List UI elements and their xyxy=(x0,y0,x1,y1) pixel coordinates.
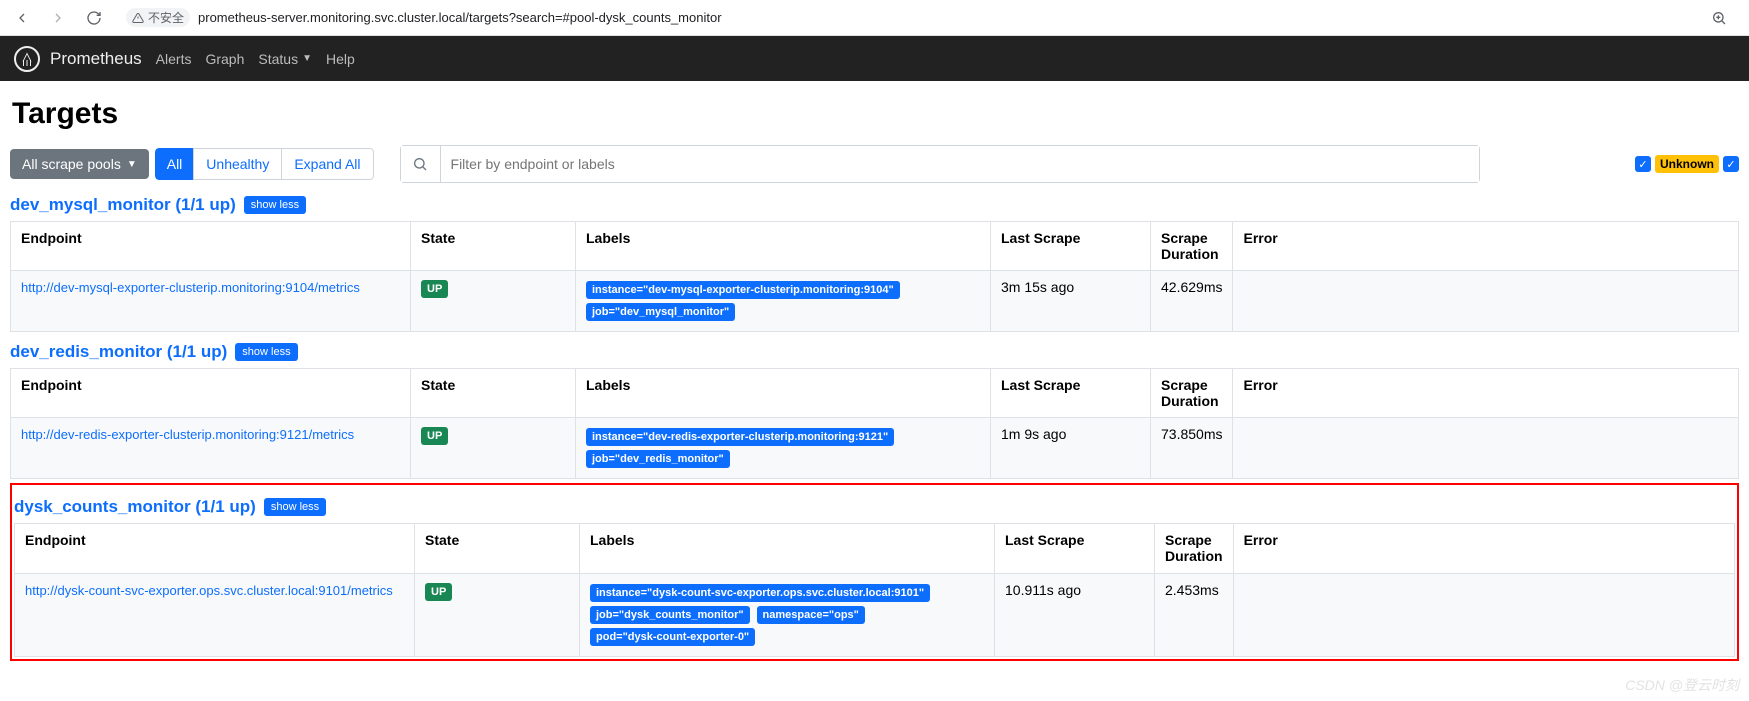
checkbox-checked[interactable]: ✓ xyxy=(1635,156,1651,172)
watermark: CSDN @登云时刻 xyxy=(1625,675,1739,695)
filter-input[interactable] xyxy=(441,146,1479,182)
brand-text: Prometheus xyxy=(50,49,142,69)
endpoint-link[interactable]: http://dev-mysql-exporter-clusterip.moni… xyxy=(21,280,360,295)
duration-value: 73.850ms xyxy=(1151,418,1233,479)
endpoint-link[interactable]: http://dev-redis-exporter-clusterip.moni… xyxy=(21,427,354,442)
label-pill: instance="dev-mysql-exporter-clusterip.m… xyxy=(586,281,900,299)
state-badge: UP xyxy=(425,583,452,601)
reload-button[interactable] xyxy=(80,4,108,32)
label-pill: pod="dysk-count-exporter-0" xyxy=(590,628,755,646)
last-scrape-value: 10.911s ago xyxy=(995,573,1155,656)
nav-status[interactable]: Status▼ xyxy=(258,51,312,67)
targets-table: Endpoint State Labels Last Scrape Scrape… xyxy=(10,368,1739,479)
label-pill: namespace="ops" xyxy=(757,606,865,624)
label-pill: job="dysk_counts_monitor" xyxy=(590,606,750,624)
search-icon xyxy=(401,146,441,182)
col-last-scrape: Last Scrape xyxy=(991,222,1151,271)
error-value xyxy=(1233,418,1739,479)
status-filter-badges: ✓ Unknown ✓ xyxy=(1635,155,1739,173)
browser-chrome: 不安全 prometheus-server.monitoring.svc.clu… xyxy=(0,0,1749,36)
filter-unhealthy[interactable]: Unhealthy xyxy=(193,148,282,180)
col-scrape-duration: ScrapeDuration xyxy=(1155,524,1234,573)
col-labels: Labels xyxy=(576,369,991,418)
last-scrape-value: 3m 15s ago xyxy=(991,271,1151,332)
page-title: Targets xyxy=(12,97,1737,131)
table-row: http://dev-mysql-exporter-clusterip.moni… xyxy=(11,271,1739,332)
label-pill: job="dev_mysql_monitor" xyxy=(586,303,735,321)
label-pill: instance="dysk-count-svc-exporter.ops.sv… xyxy=(590,584,930,602)
checkbox-checked[interactable]: ✓ xyxy=(1723,156,1739,172)
app-navbar: Prometheus Alerts Graph Status▼ Help xyxy=(0,36,1749,81)
nav-graph[interactable]: Graph xyxy=(205,51,244,67)
col-error: Error xyxy=(1233,524,1734,573)
targets-table: Endpoint State Labels Last Scrape Scrape… xyxy=(14,523,1735,656)
chevron-down-icon: ▼ xyxy=(302,53,312,64)
show-less-button[interactable]: show less xyxy=(235,343,297,361)
col-endpoint: Endpoint xyxy=(11,369,411,418)
state-badge: UP xyxy=(421,427,448,445)
endpoint-link[interactable]: http://dysk-count-svc-exporter.ops.svc.c… xyxy=(25,583,393,598)
filter-all[interactable]: All xyxy=(155,148,195,180)
col-scrape-duration: ScrapeDuration xyxy=(1151,369,1233,418)
table-row: http://dev-redis-exporter-clusterip.moni… xyxy=(11,418,1739,479)
toolbar: All scrape pools ▼ All Unhealthy Expand … xyxy=(10,145,1739,183)
zoom-icon[interactable] xyxy=(1705,4,1733,32)
nav-alerts[interactable]: Alerts xyxy=(156,51,192,67)
back-button[interactable] xyxy=(8,4,36,32)
chevron-down-icon: ▼ xyxy=(127,159,137,170)
insecure-icon: 不安全 xyxy=(126,8,190,27)
error-value xyxy=(1233,271,1739,332)
unknown-badge: Unknown xyxy=(1655,155,1719,173)
col-error: Error xyxy=(1233,369,1739,418)
error-value xyxy=(1233,573,1734,656)
pool-title-link[interactable]: dev_mysql_monitor (1/1 up) xyxy=(10,195,236,215)
col-last-scrape: Last Scrape xyxy=(991,369,1151,418)
show-less-button[interactable]: show less xyxy=(244,196,306,214)
col-scrape-duration: ScrapeDuration xyxy=(1151,222,1233,271)
security-label: 不安全 xyxy=(148,9,184,26)
col-error: Error xyxy=(1233,222,1739,271)
pool-title-link[interactable]: dev_redis_monitor (1/1 up) xyxy=(10,342,227,362)
duration-value: 42.629ms xyxy=(1151,271,1233,332)
label-pill: job="dev_redis_monitor" xyxy=(586,450,730,468)
expand-all-button[interactable]: Expand All xyxy=(281,148,373,180)
brand[interactable]: Prometheus xyxy=(14,46,142,72)
forward-button[interactable] xyxy=(44,4,72,32)
table-row: http://dysk-count-svc-exporter.ops.svc.c… xyxy=(15,573,1735,656)
url-text: prometheus-server.monitoring.svc.cluster… xyxy=(198,10,722,25)
prometheus-logo-icon xyxy=(14,46,40,72)
url-bar[interactable]: 不安全 prometheus-server.monitoring.svc.clu… xyxy=(116,4,1697,32)
duration-value: 2.453ms xyxy=(1155,573,1234,656)
col-labels: Labels xyxy=(576,222,991,271)
col-last-scrape: Last Scrape xyxy=(995,524,1155,573)
last-scrape-value: 1m 9s ago xyxy=(991,418,1151,479)
pool-title-link[interactable]: dysk_counts_monitor (1/1 up) xyxy=(14,497,256,517)
col-state: State xyxy=(415,524,580,573)
state-badge: UP xyxy=(421,280,448,298)
show-less-button[interactable]: show less xyxy=(264,498,326,516)
targets-table: Endpoint State Labels Last Scrape Scrape… xyxy=(10,221,1739,332)
col-state: State xyxy=(411,369,576,418)
nav-help[interactable]: Help xyxy=(326,51,355,67)
col-endpoint: Endpoint xyxy=(11,222,411,271)
col-endpoint: Endpoint xyxy=(15,524,415,573)
col-state: State xyxy=(411,222,576,271)
label-pill: instance="dev-redis-exporter-clusterip.m… xyxy=(586,428,894,446)
health-filter-group: All Unhealthy Expand All xyxy=(155,148,374,180)
col-labels: Labels xyxy=(580,524,995,573)
scrape-pool-selector[interactable]: All scrape pools ▼ xyxy=(10,149,149,179)
